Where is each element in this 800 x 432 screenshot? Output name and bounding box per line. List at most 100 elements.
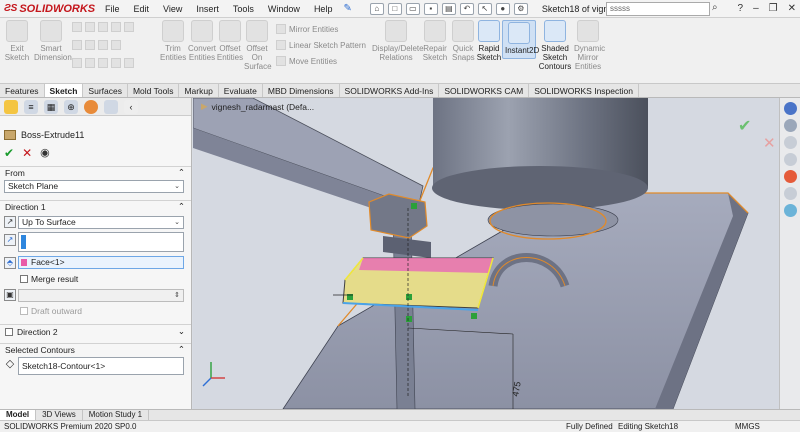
- convert-entities-button[interactable]: Convert Entities: [188, 20, 216, 62]
- draft-angle-input[interactable]: ⇕: [18, 289, 184, 302]
- arc-tools-row[interactable]: [72, 40, 121, 50]
- menu-edit[interactable]: Edit: [127, 0, 157, 18]
- view-palette-icon[interactable]: [783, 153, 797, 166]
- help-icon[interactable]: ?: [738, 0, 744, 18]
- resources-icon[interactable]: [783, 102, 797, 115]
- draft-outward-checkbox[interactable]: Draft outward: [20, 306, 82, 316]
- face-selection-box[interactable]: Face<1>: [18, 256, 184, 269]
- menu-window[interactable]: Window: [261, 0, 307, 18]
- end-condition-select[interactable]: Up To Surface ⌄: [18, 216, 184, 229]
- rapid-sketch-icon: [478, 20, 500, 42]
- repair-sketch-button[interactable]: Repair Sketch: [422, 20, 448, 62]
- pattern-icon: [276, 40, 286, 50]
- tab-model[interactable]: Model: [0, 410, 37, 420]
- close-icon[interactable]: ✕: [788, 0, 796, 18]
- tab-motion-study[interactable]: Motion Study 1: [83, 410, 150, 420]
- smart-dimension-button[interactable]: Smart Dimension: [34, 20, 72, 62]
- quick-snaps-button[interactable]: Quick Snaps: [452, 20, 475, 62]
- cancel-icon[interactable]: ✕: [22, 146, 32, 160]
- tab-features[interactable]: Features: [0, 84, 45, 97]
- merge-result-checkbox[interactable]: Merge result: [20, 274, 78, 284]
- configuration-icon[interactable]: ▦: [44, 99, 58, 114]
- panel-scroll-icon[interactable]: ‹: [124, 99, 138, 114]
- select-icon[interactable]: ↖: [477, 2, 492, 15]
- home-icon[interactable]: ⌂: [369, 2, 384, 15]
- feature-tree-flyout[interactable]: ▶ vignesh_radarmast (Defa...: [201, 101, 314, 112]
- tab-add-ins[interactable]: SOLIDWORKS Add-Ins: [340, 84, 440, 97]
- menu-file[interactable]: File: [98, 0, 127, 18]
- property-manager-icon[interactable]: ≡: [24, 99, 38, 114]
- tab-mold-tools[interactable]: Mold Tools: [128, 84, 180, 97]
- move-entities-button[interactable]: Move Entities: [276, 56, 337, 66]
- forum-icon[interactable]: [783, 204, 797, 217]
- confirm-corner-cancel-icon[interactable]: ✕: [763, 134, 776, 152]
- search-input[interactable]: sssss: [606, 2, 710, 16]
- menu-help[interactable]: Help: [307, 0, 340, 18]
- mirror-entities-button[interactable]: Mirror Entities: [276, 24, 338, 34]
- instant2d-button[interactable]: Instant2D: [502, 20, 539, 59]
- new-document-icon[interactable]: □: [387, 2, 402, 15]
- offset-on-surface-button[interactable]: Offset On Surface: [244, 20, 272, 71]
- smart-dimension-icon: [40, 20, 62, 42]
- print-icon[interactable]: ▤: [441, 2, 456, 15]
- confirm-corner-ok-icon[interactable]: ✔: [738, 116, 751, 136]
- restore-icon[interactable]: ❐: [769, 0, 778, 18]
- file-explorer-icon[interactable]: [783, 136, 797, 149]
- dimxpert-icon[interactable]: ⊕: [64, 99, 78, 114]
- pin-icon[interactable]: ✎: [343, 3, 351, 14]
- appearance-icon[interactable]: [84, 99, 98, 114]
- graphics-area[interactable]: ▶ vignesh_radarmast (Defa... 475 ✔ ✕: [193, 98, 779, 409]
- display-delete-relations-button[interactable]: Display/Delete Relations: [372, 20, 424, 62]
- menu-view[interactable]: View: [156, 0, 189, 18]
- tab-surfaces[interactable]: Surfaces: [83, 84, 128, 97]
- shaded-sketch-contours-button[interactable]: Shaded Sketch Contours: [538, 20, 572, 71]
- offset-icon: [219, 20, 241, 42]
- tab-sketch[interactable]: Sketch: [44, 84, 84, 97]
- shape-tools-row[interactable]: [72, 58, 134, 68]
- trim-entities-button[interactable]: Trim Entities: [160, 20, 186, 62]
- preview-eye-icon[interactable]: ◉: [40, 146, 50, 160]
- tab-inspection[interactable]: SOLIDWORKS Inspection: [529, 84, 639, 97]
- offset-entities-button[interactable]: Offset Entities: [216, 20, 244, 62]
- appearances-icon[interactable]: [783, 170, 797, 183]
- cam-icon[interactable]: [104, 99, 118, 114]
- window-controls: ? – ❐ ✕: [738, 0, 796, 18]
- feature-tree-icon[interactable]: [4, 99, 18, 114]
- undo-icon[interactable]: ↶: [459, 2, 474, 15]
- from-select[interactable]: Sketch Plane ⌄: [4, 180, 184, 193]
- open-icon[interactable]: ▭: [405, 2, 420, 15]
- tab-mbd-dimensions[interactable]: MBD Dimensions: [263, 84, 340, 97]
- menu-tools[interactable]: Tools: [226, 0, 261, 18]
- solidworks-logo[interactable]: ƧS SOLIDWORKS: [0, 3, 95, 15]
- direction-selection-box[interactable]: [18, 232, 184, 252]
- save-icon[interactable]: ▪: [423, 2, 438, 15]
- rapid-sketch-button[interactable]: Rapid Sketch: [476, 20, 502, 62]
- linear-sketch-pattern-button[interactable]: Linear Sketch Pattern: [276, 40, 366, 50]
- ok-icon[interactable]: ✔: [4, 146, 14, 160]
- model-view[interactable]: [193, 98, 779, 409]
- units-text[interactable]: MMGS: [735, 421, 760, 432]
- search-icon[interactable]: ⌕: [712, 2, 726, 16]
- options-icon[interactable]: ⚙: [513, 2, 528, 15]
- contour-selection-box[interactable]: Sketch18-Contour<1>: [18, 357, 184, 375]
- design-library-icon[interactable]: [783, 119, 797, 132]
- tab-3d-views[interactable]: 3D Views: [36, 410, 83, 420]
- selected-contours-header[interactable]: Selected Contours ⌃: [0, 343, 191, 355]
- custom-properties-icon[interactable]: [783, 187, 797, 200]
- tab-markup[interactable]: Markup: [179, 84, 219, 97]
- exit-sketch-button[interactable]: Exit Sketch: [4, 20, 30, 62]
- draft-icon[interactable]: ▣: [4, 289, 16, 301]
- rebuild-icon[interactable]: ●: [495, 2, 510, 15]
- line-tools-row[interactable]: [72, 22, 134, 32]
- dynamic-mirror-entities-button[interactable]: Dynamic Mirror Entities: [574, 20, 605, 71]
- direction1-header[interactable]: Direction 1 ⌃: [0, 200, 191, 212]
- reverse-direction-icon[interactable]: ↗: [4, 216, 16, 228]
- direction2-checkbox[interactable]: [5, 327, 13, 336]
- minimize-icon[interactable]: –: [753, 0, 759, 18]
- from-section: From ⌃: [0, 166, 191, 178]
- direction2-header[interactable]: Direction 2 ⌄: [0, 324, 191, 338]
- menu-insert[interactable]: Insert: [189, 0, 226, 18]
- tab-cam[interactable]: SOLIDWORKS CAM: [439, 84, 530, 97]
- tab-evaluate[interactable]: Evaluate: [219, 84, 263, 97]
- from-header[interactable]: From ⌃: [0, 166, 191, 178]
